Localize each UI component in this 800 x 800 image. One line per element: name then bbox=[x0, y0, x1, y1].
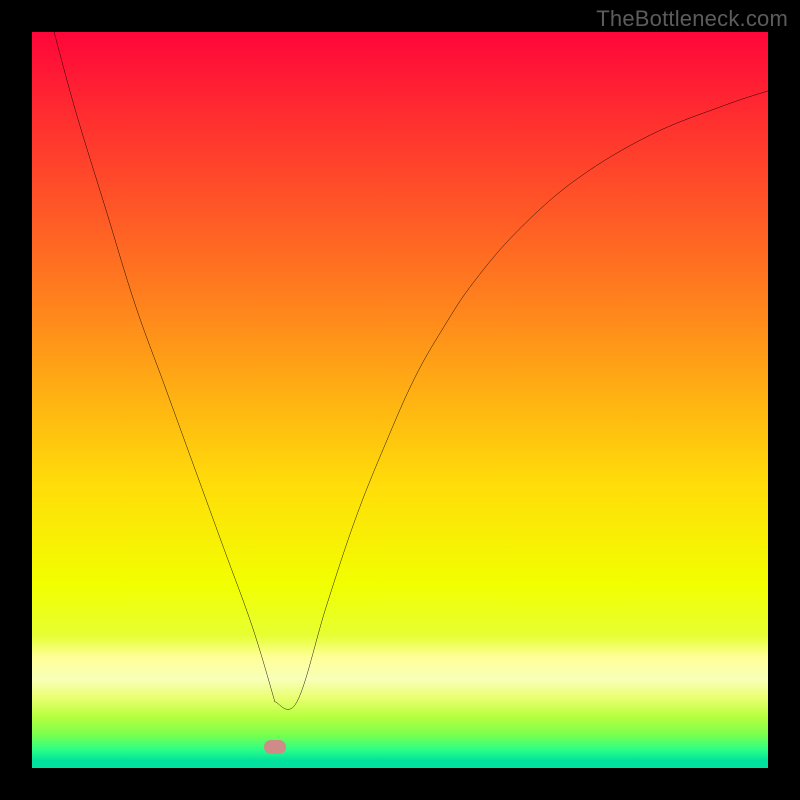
chart-stage: TheBottleneck.com bbox=[0, 0, 800, 800]
minimum-marker-icon bbox=[264, 740, 286, 754]
watermark-label: TheBottleneck.com bbox=[596, 6, 788, 32]
plot-area bbox=[32, 32, 768, 768]
bottleneck-curve bbox=[32, 32, 768, 768]
